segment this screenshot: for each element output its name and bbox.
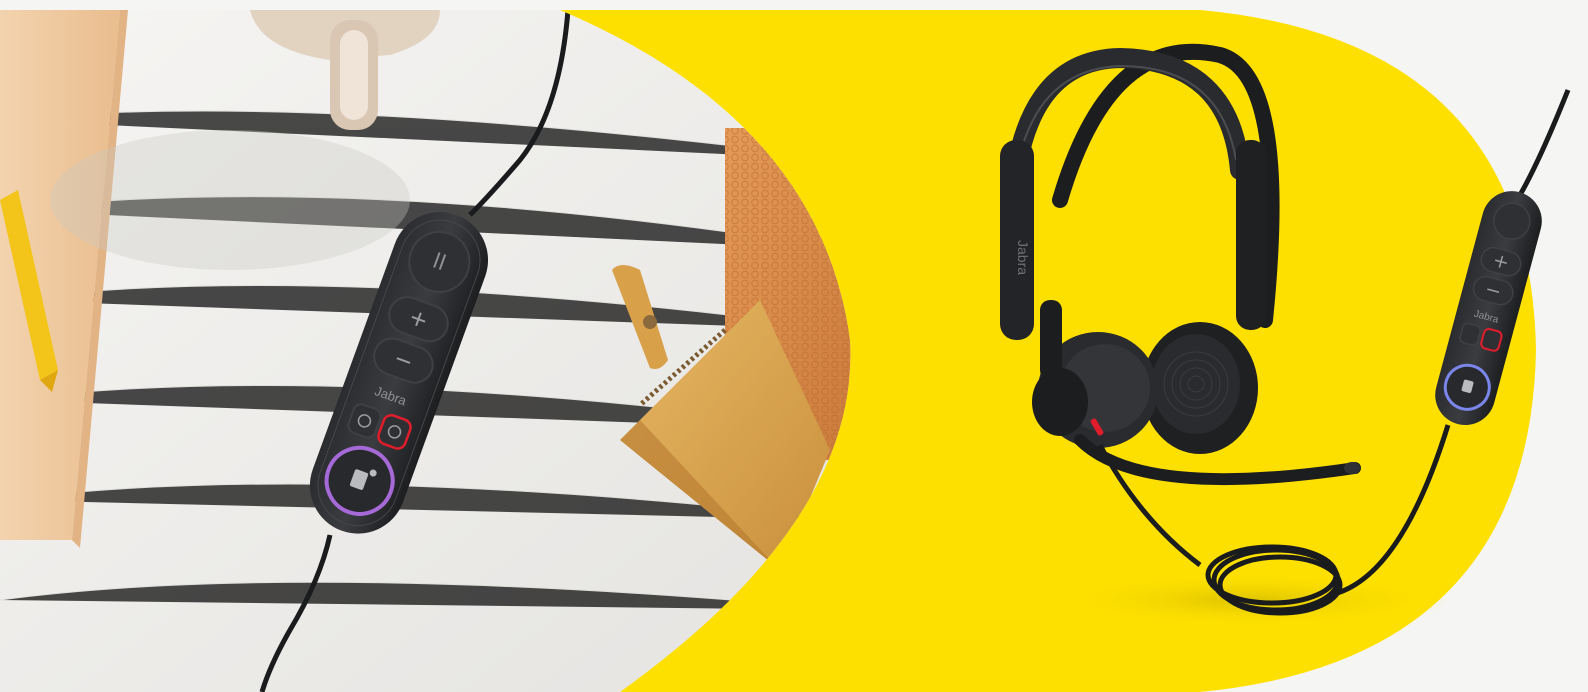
headband-brand-label: Jabra	[1015, 240, 1031, 275]
jabra-headset-banner: Jabra Jabra Jabra	[0, 10, 1571, 692]
